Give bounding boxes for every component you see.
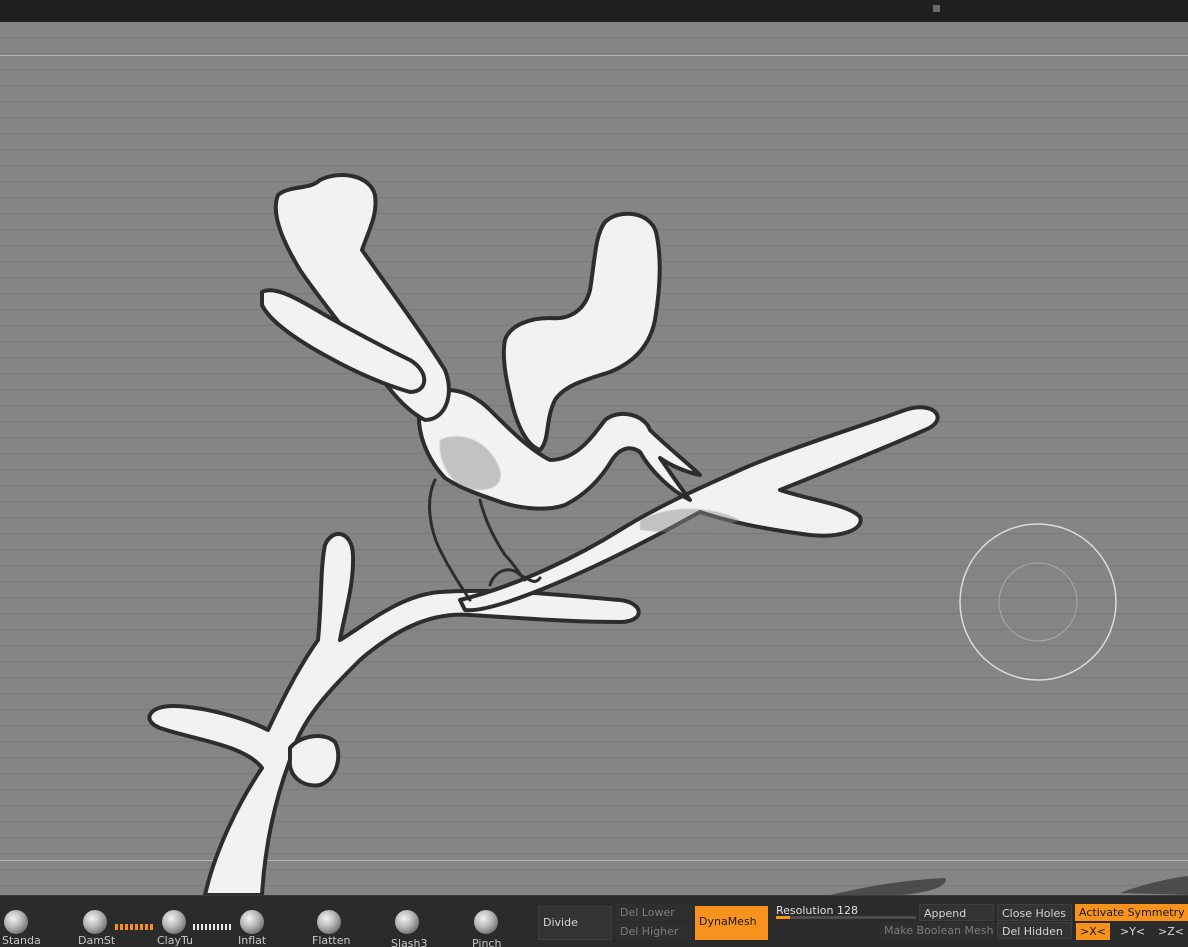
brush-label: ClayTu [157, 934, 194, 947]
del-higher-button[interactable]: Del Higher [616, 923, 692, 940]
brush-standard[interactable]: Standa [2, 906, 62, 947]
claytubes-brush-icon [162, 910, 186, 934]
brush-label: Inflat [238, 934, 267, 947]
brush-inflate[interactable]: Inflat [238, 906, 298, 947]
brush-cursor-outer [959, 523, 1117, 681]
symmetry-y-button[interactable]: >Y< [1116, 923, 1150, 940]
bird-leg-right [478, 498, 527, 582]
del-lower-button[interactable]: Del Lower [616, 904, 692, 921]
brush-label: Flatten [312, 934, 351, 947]
symmetry-z-button[interactable]: >Z< [1154, 923, 1188, 940]
slash3-brush-icon [395, 910, 419, 934]
standard-brush-icon [4, 910, 28, 934]
brush-label: Standa [2, 934, 41, 947]
pinch-brush-icon [474, 910, 498, 934]
flatten-brush-icon [317, 910, 341, 934]
sculpt-model[interactable] [0, 22, 1188, 895]
stroke-dots-icon[interactable] [115, 924, 153, 930]
close-holes-button[interactable]: Close Holes [997, 904, 1072, 921]
make-boolean-mesh-button[interactable]: Make Boolean Mesh [880, 922, 994, 939]
top-toolbar [0, 0, 1188, 23]
brush-slash3[interactable]: Slash3 [391, 906, 451, 947]
brush-label: DamSt [78, 934, 116, 947]
floor-shadow [830, 878, 946, 895]
alpha-pattern-icon[interactable] [193, 924, 231, 930]
window-marker-icon[interactable] [933, 5, 940, 12]
damstandard-brush-icon [83, 910, 107, 934]
resolution-slider-fill [776, 916, 790, 919]
divide-button[interactable]: Divide [538, 906, 612, 940]
resolution-slider[interactable] [776, 916, 916, 919]
bottom-shelf: Standa DamSt ClayTu Inflat Flatten Slash… [0, 895, 1188, 947]
bird-leg-left [428, 478, 472, 602]
append-button[interactable]: Append [919, 904, 994, 921]
del-hidden-button[interactable]: Del Hidden [997, 922, 1072, 939]
canvas-viewport[interactable] [0, 22, 1188, 895]
branch-knot [287, 734, 341, 788]
dynamesh-button[interactable]: DynaMesh [695, 906, 768, 940]
brush-cursor-inner [998, 562, 1078, 642]
symmetry-x-button[interactable]: >X< [1076, 923, 1110, 940]
inflate-brush-icon [240, 910, 264, 934]
activate-symmetry-button[interactable]: Activate Symmetry [1075, 904, 1188, 921]
brush-flatten[interactable]: Flatten [312, 906, 372, 947]
branch-trunk [147, 532, 641, 895]
brush-pinch[interactable]: Pinch [472, 906, 532, 947]
